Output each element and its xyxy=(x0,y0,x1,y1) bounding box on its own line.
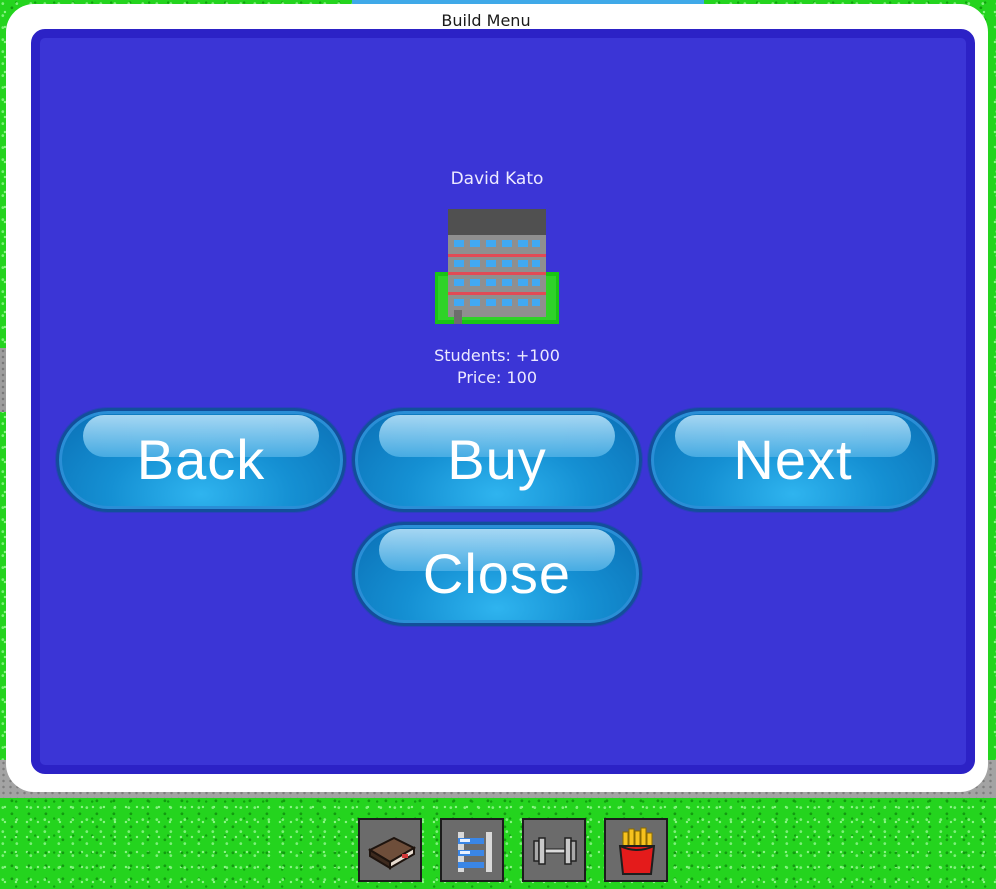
fries-icon xyxy=(618,827,656,875)
dumbbell-icon xyxy=(533,837,577,865)
book-icon xyxy=(367,836,417,870)
students-stat: Students: +100 xyxy=(434,346,560,365)
back-button[interactable]: Back xyxy=(56,408,346,512)
next-button[interactable]: Next xyxy=(648,408,938,512)
build-menu-body xyxy=(31,29,975,774)
toolbar-slot-gym[interactable] xyxy=(522,818,586,882)
building-stats: Students: +100 Price: 100 xyxy=(0,345,994,389)
next-button-label: Next xyxy=(733,428,853,491)
buy-button[interactable]: Buy xyxy=(352,408,642,512)
panel-title: Build Menu xyxy=(441,11,531,30)
close-button-label: Close xyxy=(422,542,572,605)
building-preview-image xyxy=(434,208,560,326)
building-name: David Kato xyxy=(450,169,544,189)
toolbar-slot-shelves[interactable] xyxy=(440,818,504,882)
toolbar-slot-book[interactable] xyxy=(358,818,422,882)
toolbar-slot-food[interactable] xyxy=(604,818,668,882)
close-button[interactable]: Close xyxy=(352,522,642,626)
price-stat: Price: 100 xyxy=(456,368,538,387)
back-button-label: Back xyxy=(136,428,266,491)
shelves-icon xyxy=(458,832,492,872)
buy-button-label: Buy xyxy=(447,428,547,491)
build-menu-panel: Build Menu xyxy=(6,4,988,792)
